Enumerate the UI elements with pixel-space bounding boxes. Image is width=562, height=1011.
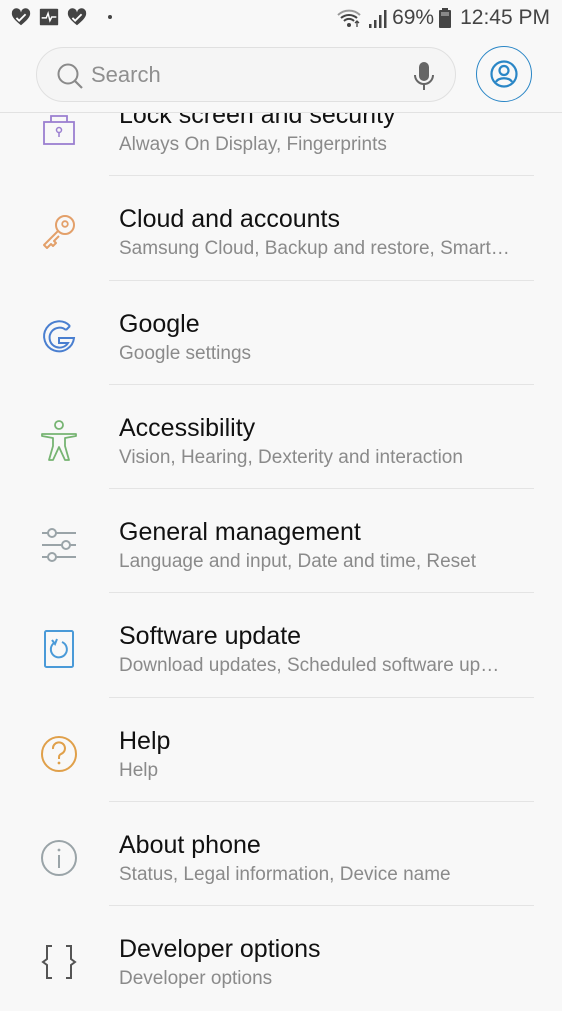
sliders-icon xyxy=(38,524,80,566)
info-icon xyxy=(38,837,80,879)
item-subtitle: Vision, Hearing, Dexterity and interacti… xyxy=(119,446,463,468)
wifi-icon xyxy=(337,9,361,27)
settings-item-general-management[interactable]: General management Language and input, D… xyxy=(0,489,562,594)
item-title: Google xyxy=(119,309,200,338)
item-subtitle: Help xyxy=(119,759,159,781)
item-title: Help xyxy=(119,726,171,755)
item-subtitle: Download updates, Scheduled software up… xyxy=(119,655,500,677)
item-title: General management xyxy=(119,518,361,547)
notification-icons xyxy=(10,6,112,28)
activity-monitor-icon xyxy=(39,8,59,26)
settings-item-developer-options[interactable]: Developer options Developer options xyxy=(0,906,562,1010)
settings-item-help[interactable]: Help Help xyxy=(0,698,562,803)
item-subtitle: Always On Display, Fingerprints xyxy=(119,134,387,155)
profile-button[interactable] xyxy=(476,46,532,102)
item-subtitle: Language and input, Date and time, Reset xyxy=(119,551,477,573)
item-title: Software update xyxy=(119,622,302,651)
item-subtitle: Status, Legal information, Device name xyxy=(119,864,451,886)
help-icon xyxy=(38,733,80,775)
settings-item-google[interactable]: Google Google settings xyxy=(0,281,562,385)
search-bar[interactable] xyxy=(36,47,456,102)
item-title: About phone xyxy=(119,831,261,860)
settings-item-accessibility[interactable]: Accessibility Vision, Hearing, Dexterity… xyxy=(0,385,562,490)
settings-item-software-update[interactable]: Software update Download updates, Schedu… xyxy=(0,593,562,698)
account-icon xyxy=(490,60,518,88)
battery-icon xyxy=(439,8,452,28)
item-title: Developer options xyxy=(119,935,321,964)
accessibility-icon xyxy=(38,419,80,462)
braces-icon xyxy=(38,941,80,983)
search-input[interactable] xyxy=(91,56,401,94)
microphone-icon[interactable] xyxy=(409,60,439,92)
battery-percent: 69% xyxy=(392,6,435,29)
more-dot-icon xyxy=(108,15,112,19)
search-header xyxy=(0,38,562,113)
settings-list: Lock screen and security Always On Displ… xyxy=(0,72,562,1011)
item-title: Cloud and accounts xyxy=(119,205,340,234)
search-icon xyxy=(57,63,83,89)
google-icon xyxy=(38,316,80,358)
status-bar: 69% 12:45 PM xyxy=(0,0,562,38)
settings-item-cloud-accounts[interactable]: Cloud and accounts Samsung Cloud, Backup… xyxy=(0,176,562,281)
software-update-icon xyxy=(38,628,80,670)
item-subtitle: Samsung Cloud, Backup and restore, Smart… xyxy=(119,238,510,260)
health-heart-icon xyxy=(11,8,31,26)
health-heart-icon xyxy=(67,8,87,26)
settings-item-about-phone[interactable]: About phone Status, Legal information, D… xyxy=(0,802,562,907)
lock-icon xyxy=(38,107,80,149)
cellular-signal-icon xyxy=(369,10,387,28)
item-subtitle: Google settings xyxy=(119,342,252,364)
clock: 12:45 PM xyxy=(460,6,550,29)
item-subtitle: Developer options xyxy=(119,968,273,990)
key-icon xyxy=(38,211,80,253)
item-title: Accessibility xyxy=(119,413,256,442)
